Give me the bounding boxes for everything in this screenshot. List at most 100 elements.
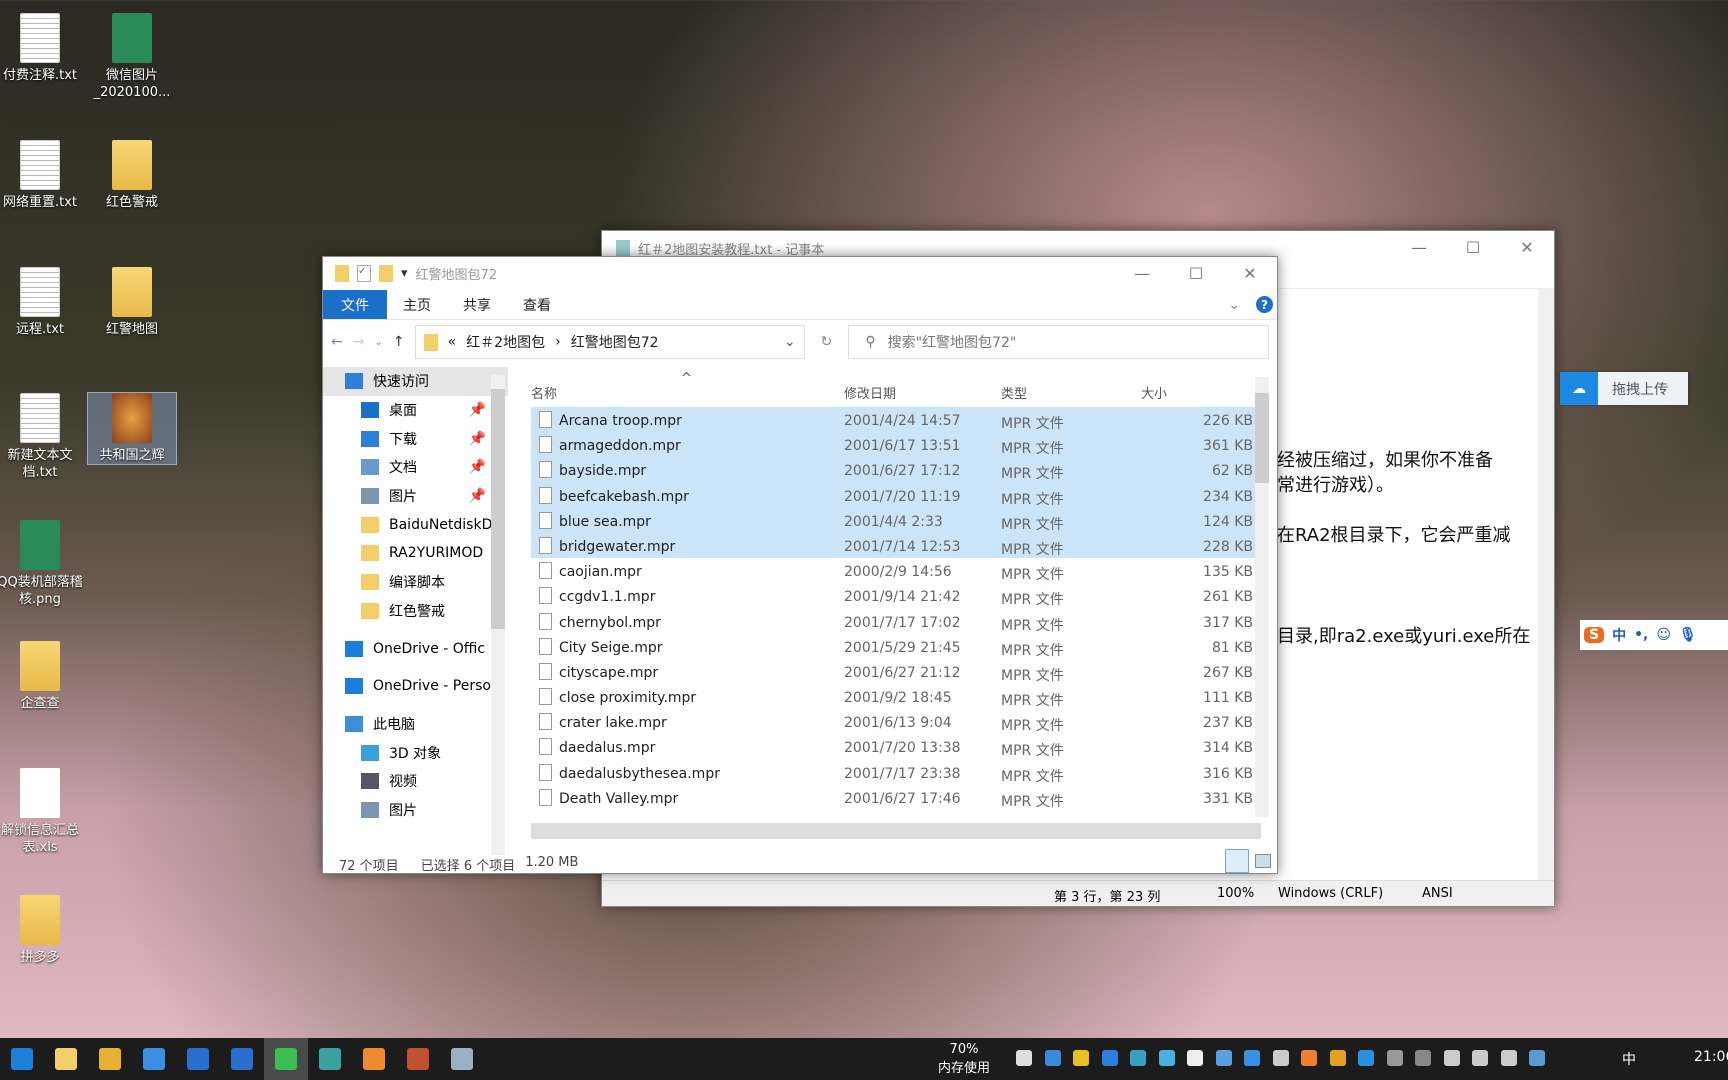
back-button[interactable]: ← xyxy=(331,334,343,350)
expand-ribbon-icon[interactable]: ⌄ xyxy=(1212,290,1256,319)
nav-item[interactable]: 文档 📌 xyxy=(323,453,508,482)
nav-item[interactable]: RA2YURIMOD xyxy=(323,539,508,568)
microphone-icon[interactable]: 🎙 xyxy=(1679,627,1697,643)
taskbar-file-explorer-icon[interactable] xyxy=(44,1038,88,1080)
tray-icon[interactable] xyxy=(1500,1050,1517,1066)
desktop-icon[interactable]: 共和国之辉 xyxy=(87,392,177,465)
nav-scrollbar[interactable] xyxy=(491,375,505,855)
minimize-button[interactable]: — xyxy=(1115,257,1169,289)
file-row[interactable]: bridgewater.mpr 2001/7/14 12:53 MPR 文件 228 … xyxy=(531,532,1261,559)
desktop-icon[interactable]: 企查查 xyxy=(0,641,84,712)
nav-item[interactable]: 红色警戒 xyxy=(323,597,508,626)
tray-icon[interactable] xyxy=(1386,1050,1403,1066)
file-row[interactable]: bayside.mpr 2001/6/27 17:12 MPR 文件 62 KB xyxy=(531,457,1261,483)
pin-icon[interactable]: 📌 xyxy=(469,402,486,418)
file-row[interactable]: chernybol.mpr 2001/7/17 17:02 MPR 文件 317 KB xyxy=(531,609,1261,634)
taskbar-wechat-icon[interactable] xyxy=(264,1038,308,1080)
horizontal-scrollbar[interactable] xyxy=(531,823,1261,839)
desktop-icon[interactable]: 远程.txt xyxy=(0,267,84,338)
file-row[interactable]: armageddon.mpr 2001/6/17 13:51 MPR 文件 361 K… xyxy=(531,432,1261,458)
tray-icon[interactable] xyxy=(1158,1050,1175,1066)
large-icons-view-button[interactable] xyxy=(1255,854,1271,868)
tray-icon[interactable] xyxy=(1215,1050,1232,1066)
forward-button[interactable]: → xyxy=(353,334,365,350)
address-bar[interactable]: « 红＃2地图包 › 红警地图包72 ⌄ xyxy=(414,325,805,359)
ime-mode[interactable]: 中 xyxy=(1612,625,1626,645)
details-view-button[interactable] xyxy=(1225,849,1249,873)
maximize-button[interactable]: ☐ xyxy=(1169,257,1223,289)
file-row[interactable]: beefcakebash.mpr 2001/7/20 11:19 MPR 文件 234… xyxy=(531,482,1261,508)
emoji-icon[interactable]: ☺ xyxy=(1656,627,1671,643)
file-row[interactable]: Death Valley.mpr 2001/6/27 17:46 MPR 文件 331… xyxy=(531,785,1261,810)
tray-icon[interactable] xyxy=(1016,1050,1032,1066)
desktop-icon[interactable]: 拼多多 xyxy=(0,895,84,966)
pin-icon[interactable]: 📌 xyxy=(469,488,486,504)
tray-icon[interactable] xyxy=(1101,1050,1118,1066)
quick-access-dropdown-icon[interactable]: ▾ xyxy=(401,266,408,281)
close-button[interactable]: ✕ xyxy=(1500,231,1554,263)
taskbar-chrome-icon[interactable] xyxy=(88,1038,132,1080)
file-row[interactable]: Arcana troop.mpr 2001/4/24 14:57 MPR 文件 226… xyxy=(531,407,1261,433)
tab-file[interactable]: 文件 xyxy=(323,290,387,319)
breadcrumb-overflow[interactable]: « xyxy=(448,334,457,350)
tray-icon[interactable] xyxy=(1472,1050,1488,1066)
desktop-icon[interactable]: 新建文本文档.txt xyxy=(0,393,84,481)
nav-item[interactable]: OneDrive - Perso xyxy=(323,672,508,701)
taskbar-remote-desktop-icon[interactable] xyxy=(308,1038,352,1080)
desktop-icon[interactable]: QQ装机部落稽核.png xyxy=(0,520,84,608)
properties-icon[interactable]: ✓ xyxy=(357,265,371,282)
breadcrumb-item[interactable]: 红警地图包72 xyxy=(571,332,659,352)
file-row[interactable]: crater lake.mpr 2001/6/13 9:04 MPR 文件 237 K… xyxy=(531,709,1261,734)
tray-icon[interactable] xyxy=(1329,1050,1346,1066)
tray-icon[interactable] xyxy=(1272,1050,1289,1066)
desktop-icon[interactable]: 红警地图 xyxy=(88,267,176,338)
nav-item[interactable]: 编译脚本 xyxy=(323,568,508,597)
tray-icon[interactable] xyxy=(1443,1050,1460,1066)
tray-icon[interactable] xyxy=(1415,1050,1431,1066)
file-row[interactable]: caojian.mpr 2000/2/9 14:56 MPR 文件 135 KB xyxy=(531,558,1261,583)
taskbar-app-icon[interactable] xyxy=(176,1038,220,1080)
tray-icon[interactable] xyxy=(1244,1050,1260,1066)
help-icon[interactable]: ? xyxy=(1256,290,1277,319)
tray-icon[interactable] xyxy=(1187,1050,1203,1066)
desktop-icon[interactable]: 红色警戒 xyxy=(88,140,176,211)
desktop-icon[interactable]: 付费注释.txt xyxy=(0,13,84,84)
recent-dropdown[interactable]: ⌄ xyxy=(374,337,382,348)
column-name[interactable]: 名称 xyxy=(531,383,557,402)
search-input[interactable]: ⚲ 搜索"红警地图包72" xyxy=(848,325,1269,359)
tray-icon[interactable] xyxy=(1301,1050,1317,1066)
file-row[interactable]: daedalusbythesea.mpr 2001/7/17 23:38 MPR 文… xyxy=(531,760,1261,785)
column-size[interactable]: 大小 xyxy=(1141,383,1167,402)
nav-item[interactable]: 快速访问 xyxy=(323,367,508,396)
breadcrumb-item[interactable]: 红＃2地图包 xyxy=(466,332,545,352)
taskbar-game-icon[interactable] xyxy=(396,1038,440,1080)
taskbar-qq-browser-icon[interactable] xyxy=(132,1038,176,1080)
nav-item[interactable]: 视频 xyxy=(323,767,508,796)
pin-icon[interactable]: 📌 xyxy=(469,459,486,475)
desktop-icon[interactable]: 解锁信息汇总表.xls xyxy=(0,768,84,856)
address-dropdown-icon[interactable]: ⌄ xyxy=(784,334,796,350)
close-button[interactable]: ✕ xyxy=(1223,257,1277,289)
column-type[interactable]: 类型 xyxy=(1001,383,1027,402)
clock[interactable]: 21:06 xyxy=(1694,1049,1728,1065)
nav-item[interactable]: OneDrive - Offic xyxy=(323,634,508,663)
tab-home[interactable]: 主页 xyxy=(387,290,447,319)
file-list-scrollbar[interactable] xyxy=(1255,377,1269,817)
maximize-button[interactable]: ☐ xyxy=(1446,231,1500,263)
file-row[interactable]: City Seige.mpr 2001/5/29 21:45 MPR 文件 81 KB xyxy=(531,634,1261,659)
taskbar-edge-icon[interactable] xyxy=(0,1038,44,1080)
file-row[interactable]: daedalus.mpr 2001/7/20 13:38 MPR 文件 314 KB xyxy=(531,734,1261,759)
tray-icon[interactable] xyxy=(1073,1050,1089,1066)
up-button[interactable]: ↑ xyxy=(393,334,405,350)
nav-item[interactable]: 此电脑 xyxy=(323,710,508,739)
file-row[interactable]: cityscape.mpr 2001/6/27 21:12 MPR 文件 267 KB xyxy=(531,659,1261,684)
new-folder-icon[interactable] xyxy=(379,265,393,282)
pin-icon[interactable]: 📌 xyxy=(469,431,486,447)
nav-item[interactable]: 桌面 📌 xyxy=(323,396,508,425)
nav-item[interactable]: 图片 📌 xyxy=(323,482,508,511)
tab-share[interactable]: 共享 xyxy=(447,290,507,319)
punctuation-icon[interactable]: •, xyxy=(1634,627,1648,643)
taskbar-notepad-icon[interactable] xyxy=(440,1038,484,1080)
refresh-button[interactable]: ↻ xyxy=(815,334,839,350)
tray-icon[interactable] xyxy=(1044,1050,1061,1066)
